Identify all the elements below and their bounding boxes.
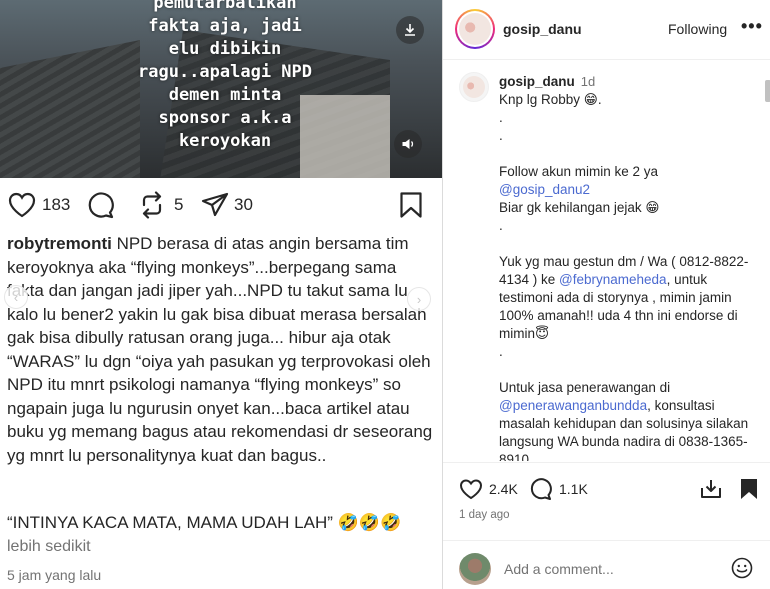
save-button[interactable]: [739, 478, 759, 500]
post-header: gosip_danu Following •••: [443, 0, 770, 60]
reel-actions: 183 5 30: [0, 188, 442, 222]
share-arrow-icon: [701, 480, 721, 498]
like-button[interactable]: 183: [7, 191, 70, 219]
comment-dot: .: [499, 110, 503, 125]
comment-dot: .: [499, 128, 503, 143]
scrollbar-thumb[interactable]: [765, 80, 770, 102]
chevron-left-icon: ‹: [13, 289, 19, 305]
show-less-link[interactable]: lebih sedikit: [7, 538, 91, 556]
more-options-icon[interactable]: •••: [741, 16, 763, 37]
like-button[interactable]: 2.4K: [459, 478, 518, 500]
comment-line: Knp lg Robby 😁.: [499, 92, 602, 107]
comment-follow-text: Follow akun mimin ke 2 ya: [499, 164, 659, 179]
share-button[interactable]: 30: [200, 191, 253, 219]
post-actions: 2.4K 1.1K: [443, 462, 770, 542]
bookmark-filled-icon: [741, 479, 757, 499]
save-button[interactable]: [399, 191, 423, 219]
comment-dot: .: [499, 344, 503, 359]
repost-icon: [142, 191, 162, 219]
heart-icon: [459, 479, 483, 500]
download-icon: [405, 24, 415, 36]
user-avatar[interactable]: [459, 553, 491, 585]
repost-button[interactable]: 5: [138, 191, 183, 219]
emoji-button[interactable]: [731, 557, 753, 584]
reel-panel: pemutarbalikan fakta aja, jadi elu dibik…: [0, 0, 442, 589]
comment-input[interactable]: Add a comment...: [504, 561, 614, 577]
emoji-icon: [731, 557, 753, 579]
sound-button[interactable]: [394, 130, 422, 158]
comment-time: 1d: [580, 74, 596, 89]
repost-count: 5: [174, 195, 184, 214]
bookmark-icon: [400, 192, 422, 218]
description-text: NPD berasa di atas angin bersama tim ker…: [7, 234, 433, 465]
next-arrow[interactable]: ›: [407, 287, 431, 311]
prev-arrow[interactable]: ‹: [4, 285, 28, 309]
post-side-panel: gosip_danu Following ••• gosip_danu 1d Kn…: [442, 0, 770, 589]
comment-icon: [88, 192, 114, 219]
add-comment-bar: Add a comment...: [443, 540, 770, 589]
comments-list[interactable]: gosip_danu 1d Knp lg Robby 😁. . . Follow …: [443, 61, 770, 461]
post-date: 1 day ago: [459, 509, 510, 521]
mention-link[interactable]: @penerawanganbundda: [499, 398, 647, 413]
comment-avatar[interactable]: [459, 72, 489, 102]
like-count: 183: [42, 195, 71, 214]
comment-icon: [530, 478, 552, 500]
share-button[interactable]: [699, 478, 723, 500]
caption-comment: gosip_danu 1d Knp lg Robby 😁. . . Follow …: [499, 73, 761, 461]
share-count: 30: [234, 195, 253, 214]
send-icon: [201, 192, 229, 217]
mention-link[interactable]: @gosip_danu2: [499, 181, 761, 199]
following-button[interactable]: Following: [668, 21, 727, 37]
comment-jasa: Untuk jasa penerawangan di: [499, 380, 671, 395]
comment-follow-tail: Biar gk kehilangan jejak 😁: [499, 200, 660, 215]
comment-button[interactable]: 1.1K: [529, 478, 588, 500]
video-player[interactable]: pemutarbalikan fakta aja, jadi elu dibik…: [0, 0, 442, 178]
like-count: 2.4K: [489, 481, 518, 497]
mention-link[interactable]: @febrynameheda: [559, 272, 667, 287]
comment-username[interactable]: gosip_danu: [499, 74, 575, 89]
comment-count: 1.1K: [559, 481, 588, 497]
description-username[interactable]: robytremonti: [7, 234, 112, 253]
comment-button[interactable]: [86, 191, 116, 219]
header-username[interactable]: gosip_danu: [503, 21, 582, 37]
chevron-right-icon: ›: [416, 291, 422, 307]
heart-icon: [8, 192, 36, 218]
video-caption: pemutarbalikan fakta aja, jadi elu dibik…: [138, 0, 312, 151]
comment-dot: .: [499, 218, 503, 233]
reel-description: robytremonti NPD berasa di atas angin be…: [7, 232, 433, 467]
speaker-icon: [402, 139, 414, 149]
post-time: 5 jam yang lalu: [7, 567, 102, 583]
download-button[interactable]: [396, 16, 424, 44]
description-quote: “INTINYA KACA MATA, MAMA UDAH LAH” 🤣🤣🤣: [7, 513, 402, 532]
header-avatar[interactable]: [455, 9, 495, 49]
